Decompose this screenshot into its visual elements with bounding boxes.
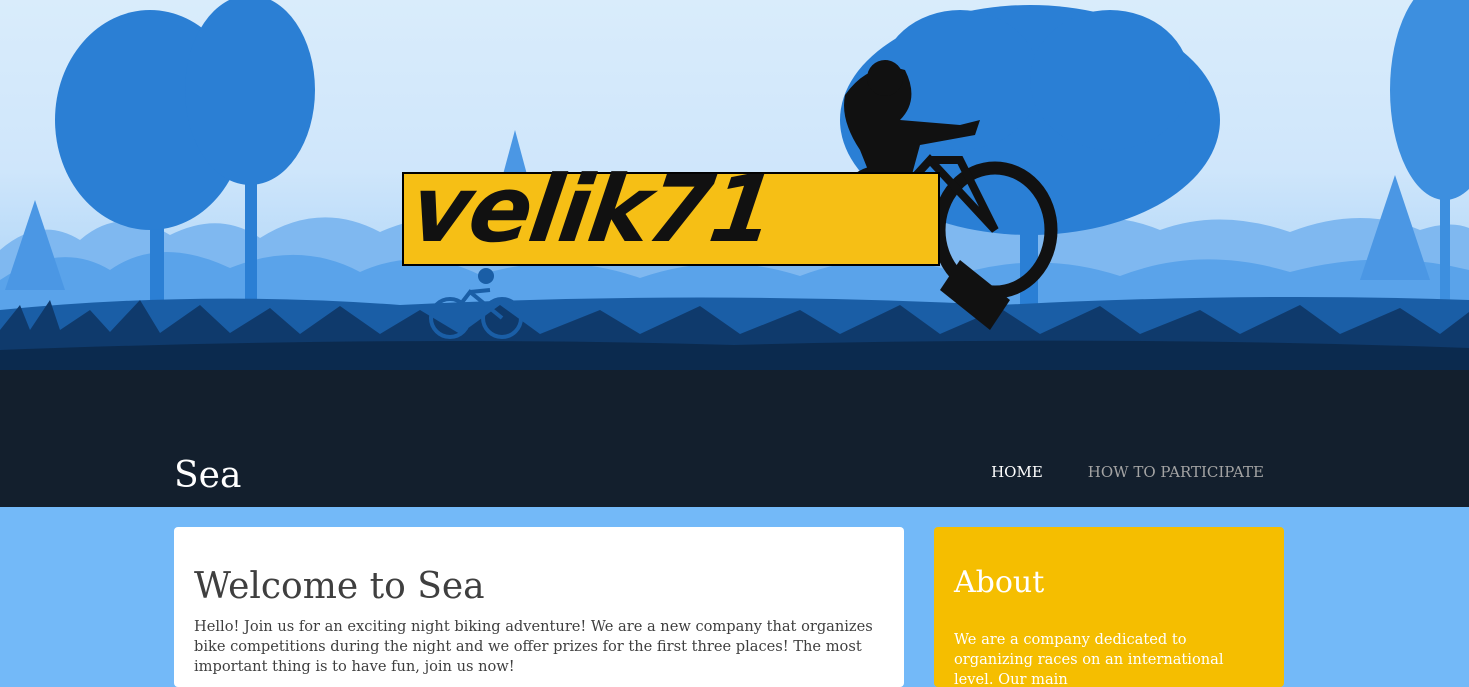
main-navigation: HOME HOW TO PARTICIPATE xyxy=(991,462,1264,482)
welcome-text: Hello! Join us for an exciting night bik… xyxy=(194,618,873,675)
welcome-heading: Welcome to Sea xyxy=(194,566,485,607)
hero-banner: velik71 xyxy=(0,0,1469,375)
about-heading: About xyxy=(954,565,1045,600)
site-logo[interactable]: velik71 xyxy=(405,156,781,263)
nav-home-link[interactable]: HOME xyxy=(991,462,1043,482)
nav-how-to-participate-link[interactable]: HOW TO PARTICIPATE xyxy=(1088,462,1264,482)
site-title[interactable]: Sea xyxy=(174,454,241,497)
welcome-card: Welcome to Sea Hello! Join us for an exc… xyxy=(174,527,904,687)
about-text: We are a company dedicated to organizing… xyxy=(954,631,1224,687)
about-card: About We are a company dedicated to orga… xyxy=(934,527,1284,687)
